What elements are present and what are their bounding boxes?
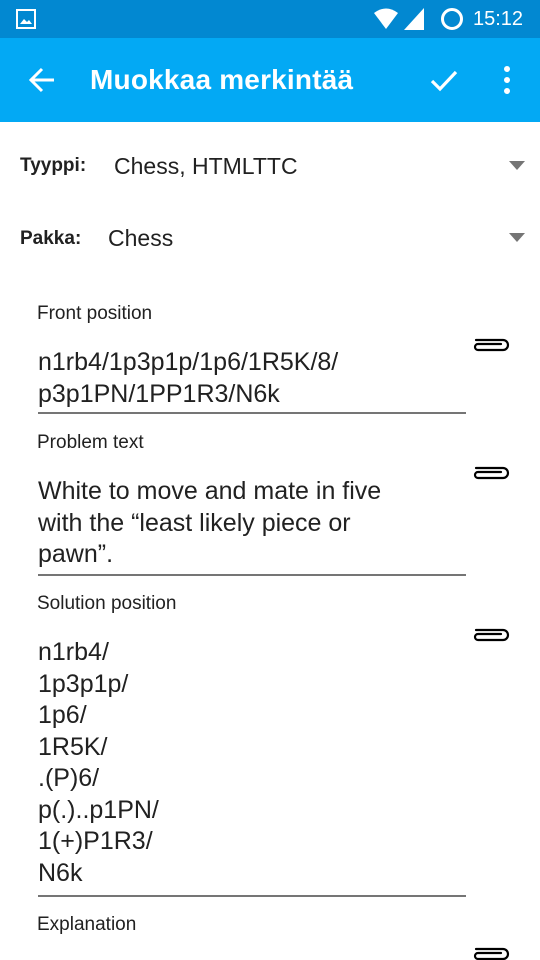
dropdown-arrow-icon[interactable] [509,233,525,243]
field-label-solution-position: Solution position [37,593,177,614]
status-bar: 15:12 [0,0,540,38]
field-underline [38,574,466,576]
type-label: Tyyppi: [20,155,87,176]
attach-media-icon[interactable] [470,336,510,354]
status-time: 15:12 [473,8,524,30]
image-notification-icon [16,9,36,29]
attach-media-icon[interactable] [470,464,510,482]
field-underline [38,895,466,897]
front-position-input[interactable]: n1rb4/1p3p1p/1p6/1R5K/8/ p3p1PN/1PP1R3/N… [38,347,338,410]
type-value[interactable]: Chess, HTMLTTC [114,153,298,180]
problem-text-input[interactable]: White to move and mate in five with the … [38,476,381,571]
field-label-problem-text: Problem text [37,432,144,453]
overflow-menu-icon[interactable] [494,64,520,96]
field-label-explanation: Explanation [37,914,137,935]
wifi-icon [374,8,398,29]
dropdown-arrow-icon[interactable] [509,161,525,171]
back-arrow-icon[interactable] [28,66,56,94]
deck-value[interactable]: Chess [108,225,173,252]
checkmark-icon[interactable] [428,64,460,96]
deck-label: Pakka: [20,228,82,249]
solution-position-input[interactable]: n1rb4/ 1p3p1p/ 1p6/ 1R5K/ .(P)6/ p(.)..p… [38,637,159,889]
battery-ring-icon [441,8,463,30]
cellular-signal-icon [404,8,424,30]
field-underline [38,412,466,414]
field-label-front-position: Front position [37,303,153,324]
attach-media-icon[interactable] [470,945,510,960]
page-title: Muokkaa merkintää [90,64,354,95]
app-bar: Muokkaa merkintää [0,38,540,122]
attach-media-icon[interactable] [470,626,510,644]
